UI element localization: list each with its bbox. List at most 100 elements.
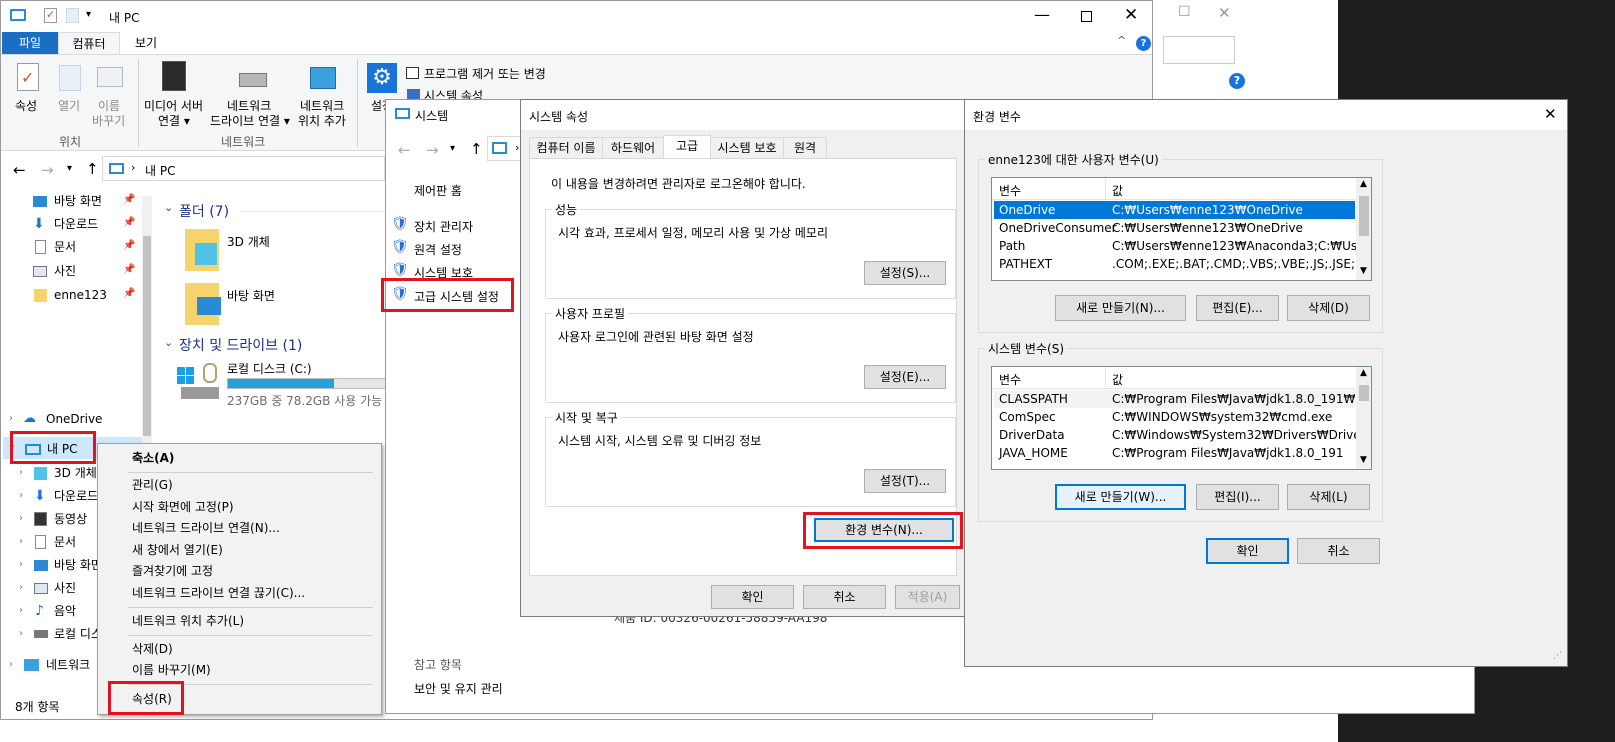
pin-icon[interactable]: 📌 xyxy=(123,288,135,299)
expand-icon[interactable]: › xyxy=(9,659,13,670)
expand-icon[interactable]: › xyxy=(19,513,23,524)
ribbon-properties[interactable]: 속성 xyxy=(15,97,37,114)
qa-dropdown-icon[interactable]: ▾ xyxy=(86,9,91,20)
expand-icon[interactable]: › xyxy=(19,536,23,547)
profile-settings-button[interactable]: 설정(E)... xyxy=(864,365,946,389)
help-icon[interactable]: ? xyxy=(1229,73,1245,89)
folder-3d-objects[interactable]: 3D 개체 xyxy=(181,229,385,273)
startup-settings-button[interactable]: 설정(T)... xyxy=(864,469,946,493)
ribbon-tab-view[interactable]: 보기 xyxy=(123,32,169,54)
scroll-down-icon[interactable]: ▼ xyxy=(1360,455,1367,465)
performance-settings-button[interactable]: 설정(S)... xyxy=(864,261,946,285)
bg-close-icon[interactable]: ✕ xyxy=(1218,4,1231,22)
list-scrollbar[interactable]: ▲ ▼ xyxy=(1356,367,1371,469)
user-delete-button[interactable]: 삭제(D) xyxy=(1287,295,1370,321)
env-ok-button[interactable]: 확인 xyxy=(1206,538,1289,564)
ribbon-uninstall[interactable]: 프로그램 제거 또는 변경 xyxy=(424,65,546,82)
properties-qa-icon[interactable]: ✓ xyxy=(44,8,57,23)
menu-collapse[interactable]: 축소(A) xyxy=(98,448,380,469)
sys-props-ok-button[interactable]: 확인 xyxy=(711,585,794,609)
ribbon-tab-file[interactable]: 파일 xyxy=(2,32,58,54)
folder-desktop[interactable]: 바탕 화면 xyxy=(181,283,385,327)
menu-pin-favorites[interactable]: 즐겨찾기에 고정 xyxy=(98,561,380,582)
folders-collapse-icon[interactable]: ⌄ xyxy=(164,201,173,214)
maximize-icon[interactable] xyxy=(1081,11,1092,22)
back-icon[interactable]: ← xyxy=(398,141,411,159)
tab-hardware[interactable]: 하드웨어 xyxy=(602,137,664,158)
user-new-button[interactable]: 새로 만들기(N)... xyxy=(1055,295,1186,321)
expand-icon[interactable]: › xyxy=(19,559,23,570)
ribbon-media-2[interactable]: 연결 ▾ xyxy=(158,112,190,129)
pin-icon[interactable]: 📌 xyxy=(123,217,135,228)
drive-c[interactable]: 로컬 디스크 (C:) 237GB 중 78.2GB 사용 가능 xyxy=(177,358,387,408)
back-icon[interactable]: ← xyxy=(13,161,26,179)
ribbon-add-location-2[interactable]: 위치 추가 xyxy=(298,112,346,129)
ribbon-collapse-icon[interactable]: ^ xyxy=(1117,34,1126,47)
expand-icon[interactable]: › xyxy=(19,467,23,478)
sys-props-cancel-button[interactable]: 취소 xyxy=(803,585,886,609)
link-remote-settings[interactable]: 원격 설정 xyxy=(414,241,462,258)
expand-icon[interactable]: › xyxy=(19,605,23,616)
system-new-button[interactable]: 새로 만들기(W)... xyxy=(1055,484,1186,510)
history-icon[interactable]: ▾ xyxy=(67,163,72,174)
system-edit-button[interactable]: 편집(I)... xyxy=(1196,484,1279,510)
forward-icon[interactable]: → xyxy=(426,141,439,159)
menu-rename[interactable]: 이름 바꾸기(M) xyxy=(98,660,380,681)
menu-add-location[interactable]: 네트워크 위치 추가(L) xyxy=(98,611,380,632)
env-cancel-button[interactable]: 취소 xyxy=(1297,538,1380,564)
menu-disconnect-drive[interactable]: 네트워크 드라이브 연결 끊기(C)... xyxy=(98,583,380,604)
resize-grip-icon[interactable]: ⋰ xyxy=(1553,651,1562,661)
col-value[interactable]: 값 xyxy=(1112,182,1123,199)
col-variable[interactable]: 변수 xyxy=(999,371,1021,388)
history-icon[interactable]: ▾ xyxy=(450,143,455,154)
pin-icon[interactable]: 📌 xyxy=(123,264,135,275)
menu-map-drive[interactable]: 네트워크 드라이브 연결(N)... xyxy=(98,518,380,539)
user-edit-button[interactable]: 편집(E)... xyxy=(1196,295,1279,321)
table-row[interactable]: ComSpec C:₩WINDOWS₩system32₩cmd.exe xyxy=(994,408,1355,426)
minimize-icon[interactable]: — xyxy=(1034,5,1050,24)
help-icon[interactable]: ? xyxy=(1136,36,1151,51)
control-panel-home[interactable]: 제어판 홈 xyxy=(414,182,462,199)
scroll-down-icon[interactable]: ▼ xyxy=(1360,266,1367,276)
drives-collapse-icon[interactable]: ⌄ xyxy=(164,336,173,349)
menu-pin-start[interactable]: 시작 화면에 고정(P) xyxy=(98,497,380,518)
bg-minimize-icon[interactable]: ☐ xyxy=(1178,4,1191,20)
menu-open-new[interactable]: 새 창에서 열기(E) xyxy=(98,540,380,561)
table-row[interactable]: CLASSPATH C:₩Program Files₩Java₩jdk1.8.0… xyxy=(994,390,1371,408)
scroll-up-icon[interactable]: ▲ xyxy=(1360,179,1367,189)
col-value[interactable]: 값 xyxy=(1112,371,1123,388)
ribbon-tab-computer[interactable]: 컴퓨터 xyxy=(58,32,120,55)
menu-manage[interactable]: 관리(G) xyxy=(98,475,380,496)
close-icon[interactable]: ✕ xyxy=(1124,5,1138,25)
up-icon[interactable]: ↑ xyxy=(86,160,99,178)
expand-icon[interactable]: › xyxy=(19,490,23,501)
ribbon-map-drive-2[interactable]: 드라이브 연결 ▾ xyxy=(210,112,290,129)
col-variable[interactable]: 변수 xyxy=(999,182,1021,199)
table-row[interactable]: JAVA_HOME C:₩Program Files₩Java₩jdk1.8.0… xyxy=(994,444,1355,462)
tab-remote[interactable]: 원격 xyxy=(783,137,827,158)
tab-computer-name[interactable]: 컴퓨터 이름 xyxy=(529,137,603,158)
table-row[interactable]: DriverData C:₩Windows₩System32₩Drivers₩D… xyxy=(994,426,1371,444)
scroll-up-icon[interactable]: ▲ xyxy=(1360,368,1367,378)
drives-header[interactable]: 장치 및 드라이브 (1) xyxy=(179,335,302,355)
expand-icon[interactable]: › xyxy=(19,582,23,593)
pin-icon[interactable]: 📌 xyxy=(123,194,135,205)
table-row[interactable]: OneDriveConsumer C:₩Users₩enne123₩OneDri… xyxy=(994,219,1355,237)
ribbon-open[interactable]: 열기 xyxy=(58,97,80,114)
address-box[interactable]: › 내 PC xyxy=(102,156,385,181)
table-row[interactable]: OneDrive C:₩Users₩enne123₩OneDrive xyxy=(994,201,1355,219)
forward-icon[interactable]: → xyxy=(41,161,54,179)
list-scrollbar[interactable]: ▲ ▼ xyxy=(1356,178,1371,280)
sys-props-apply-button[interactable]: 적용(A) xyxy=(895,585,960,609)
expand-icon[interactable]: › xyxy=(19,628,23,639)
table-row[interactable]: Path C:₩Users₩enne123₩Anaconda3;C:₩Users… xyxy=(994,237,1371,255)
menu-delete[interactable]: 삭제(D) xyxy=(98,639,380,660)
expand-icon[interactable]: › xyxy=(9,413,13,424)
link-device-manager[interactable]: 장치 관리자 xyxy=(414,218,473,235)
tab-advanced[interactable]: 고급 xyxy=(663,135,711,159)
ribbon-rename-2[interactable]: 바꾸기 xyxy=(92,112,125,129)
link-security-maintenance[interactable]: 보안 및 유지 관리 xyxy=(414,680,503,697)
env-close-icon[interactable]: ✕ xyxy=(1544,105,1557,123)
user-variables-list[interactable]: 변수 값 OneDrive C:₩Users₩enne123₩OneDrive … xyxy=(991,177,1372,281)
tab-system-protection[interactable]: 시스템 보호 xyxy=(710,137,784,158)
